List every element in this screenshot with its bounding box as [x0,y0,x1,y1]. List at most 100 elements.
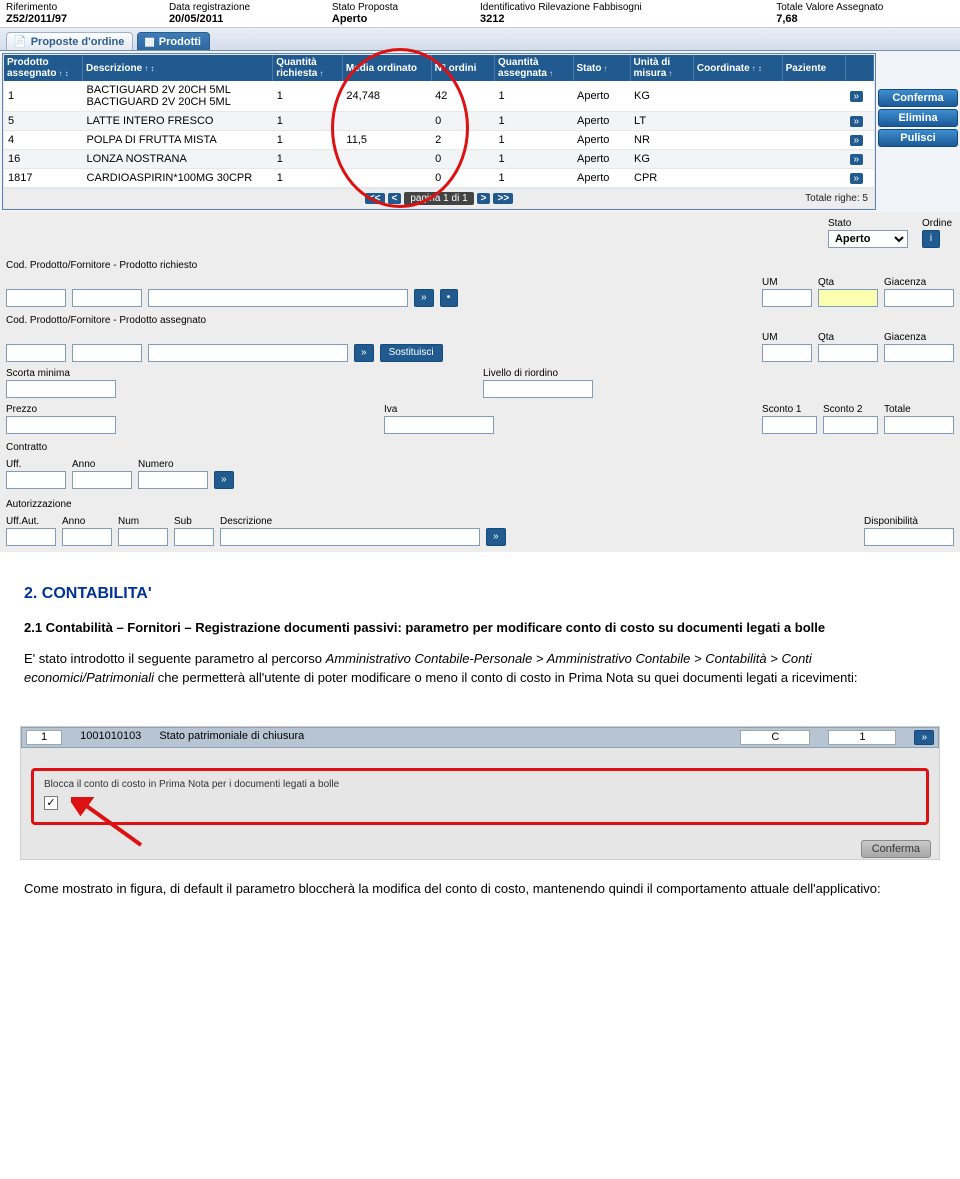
hf-label-0: Riferimento [6,2,169,13]
aanno-input[interactable] [62,528,112,546]
asub-input[interactable] [174,528,214,546]
hf-value-4: 7,68 [776,13,954,25]
auff-input[interactable] [6,528,56,546]
qta2-label: Qta [818,332,878,343]
ordine-info-btn[interactable]: i [922,230,940,248]
table-row[interactable]: 1817CARDIOASPIRIN*100MG 30CPR101ApertoCP… [4,169,874,188]
um1-input[interactable] [762,289,812,307]
col-um[interactable]: Unità di misura↑ [630,55,693,81]
contratto-search-btn[interactable]: » [214,471,234,489]
sec2-label: Cod. Prodotto/Fornitore - Prodotto asseg… [6,315,954,326]
hf-label-2: Stato Proposta [332,2,480,13]
req-extra-btn[interactable]: • [440,289,458,307]
tab-proposte[interactable]: 📄Proposte d'ordine [6,32,133,50]
livello-label: Livello di riordino [483,368,593,379]
disp-label: Disponibilità [864,516,954,527]
asub-label: Sub [174,516,214,527]
col-prodotto[interactable]: Prodotto assegnato↑ ↕ [4,55,83,81]
arrow-icon [71,797,151,847]
um1-label: UM [762,277,812,288]
qta1-input[interactable] [818,289,878,307]
cnum-input[interactable] [138,471,208,489]
asg-search-btn[interactable]: » [354,344,374,362]
col-media[interactable]: Media ordinato [342,55,431,81]
scorta-label: Scorta minima [6,368,116,379]
sc1-input[interactable] [762,416,817,434]
pager-last[interactable]: >> [493,193,513,204]
livello-input[interactable] [483,380,593,398]
req-code2[interactable] [72,289,142,307]
asg-desc[interactable] [148,344,348,362]
sc1-label: Sconto 1 [762,404,817,415]
stato-select[interactable]: Aperto [828,230,908,248]
asg-code1[interactable] [6,344,66,362]
giac2-input[interactable] [884,344,954,362]
doc-p2: Come mostrato in figura, di default il p… [24,880,936,899]
row-open-btn[interactable]: » [850,154,864,165]
um2-input[interactable] [762,344,812,362]
scorta-input[interactable] [6,380,116,398]
canno-input[interactable] [72,471,132,489]
giac1-input[interactable] [884,289,954,307]
form-area: Cod. Prodotto/Fornitore - Prodotto richi… [0,250,960,552]
sub-c2: Stato patrimoniale di chiusura [159,730,722,745]
col-paz[interactable]: Paziente [782,55,845,81]
disp-input[interactable] [864,528,954,546]
chk-label: Blocca il conto di costo in Prima Nota p… [44,779,916,790]
table-row[interactable]: 16LONZA NOSTRANA101ApertoKG» [4,150,874,169]
row-open-btn[interactable]: » [850,91,864,102]
adescr-input[interactable] [220,528,480,546]
col-qa[interactable]: Quantità assegnata↑ [495,55,573,81]
sub-c1: 1001010103 [80,730,141,745]
btn-pulisci[interactable]: Pulisci [878,129,958,147]
ordine-field: Ordine i [922,218,952,248]
req-search-btn[interactable]: » [414,289,434,307]
row-open-btn[interactable]: » [850,116,864,127]
row-open-btn[interactable]: » [850,173,864,184]
aut-label: Autorizzazione [6,499,954,510]
table-row[interactable]: 1BACTIGUARD 2V 20CH 5ML BACTIGUARD 2V 20… [4,81,874,112]
tab-prodotti[interactable]: ▦Prodotti [137,32,210,50]
hf-label-3: Identificativo Rilevazione Fabbisogni [480,2,776,13]
table-row[interactable]: 4POLPA DI FRUTTA MISTA111,521ApertoNR» [4,131,874,150]
btn-sostituisci[interactable]: Sostituisci [380,344,443,362]
cuff-input[interactable] [6,471,66,489]
col-stato[interactable]: Stato↑ [573,55,630,81]
pager-prev[interactable]: < [388,193,402,204]
btn-elimina[interactable]: Elimina [878,109,958,127]
table-row[interactable]: 5LATTE INTERO FRESCO101ApertoLT» [4,112,874,131]
col-qr[interactable]: Quantità richiesta↑ [273,55,343,81]
aanno-label: Anno [62,516,112,527]
sub-row-btn[interactable]: » [914,730,934,745]
sc2-input[interactable] [823,416,878,434]
doc-section: 2. CONTABILITA' 2.1 Contabilità – Fornit… [0,552,960,720]
req-code1[interactable] [6,289,66,307]
grid-icon: ▦ [144,36,154,48]
aut-search-btn[interactable]: » [486,528,506,546]
req-desc[interactable] [148,289,408,307]
red-highlight-box: Blocca il conto di costo in Prima Nota p… [31,768,929,825]
auff-label: Uff.Aut. [6,516,56,527]
btn-conferma[interactable]: Conferma [878,89,958,107]
col-coord[interactable]: Coordinate↑ ↕ [693,55,782,81]
col-descrizione[interactable]: Descrizione↑ ↕ [83,55,273,81]
pager-first[interactable]: << [365,193,385,204]
tot-input[interactable] [884,416,954,434]
hf-value-0: Z52/2011/97 [6,13,169,25]
giac2-label: Giacenza [884,332,954,343]
anum-input[interactable] [118,528,168,546]
pager-next[interactable]: > [477,193,491,204]
ordine-label: Ordine [922,218,952,229]
doc-p1a: E' stato introdotto il seguente parametr… [24,651,326,666]
row-open-btn[interactable]: » [850,135,864,146]
contratto-label: Contratto [6,442,954,453]
hf-label-1: Data registrazione [169,2,332,13]
sub-conferma-btn[interactable]: Conferma [861,840,931,858]
block-checkbox[interactable]: ✓ [44,796,58,810]
qta2-input[interactable] [818,344,878,362]
iva-input[interactable] [384,416,494,434]
col-nord[interactable]: N° ordini [431,55,494,81]
asg-code2[interactable] [72,344,142,362]
giac1-label: Giacenza [884,277,954,288]
prezzo-input[interactable] [6,416,116,434]
